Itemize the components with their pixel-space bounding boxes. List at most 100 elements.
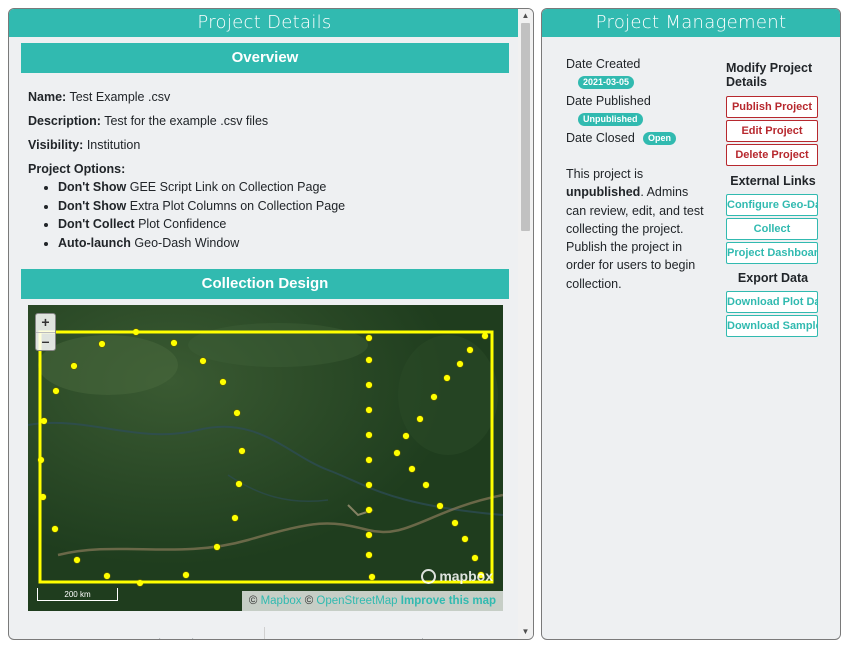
plot-marker[interactable] <box>231 514 239 522</box>
plot-marker[interactable] <box>235 480 243 488</box>
plot-marker[interactable] <box>430 393 438 401</box>
option-text: GEE Script Link on Collection Page <box>129 180 327 194</box>
plot-marker[interactable] <box>471 554 479 562</box>
details-scrollbar[interactable]: ▲ ▼ <box>518 9 533 639</box>
option-bold: Auto-launch <box>58 235 131 250</box>
tab-imagery-selection[interactable]: Imagery Selection <box>9 627 265 639</box>
export-data-heading: Export Data <box>737 271 809 285</box>
scroll-down-arrow-icon[interactable]: ▼ <box>518 625 533 639</box>
external-links-heading: External Links <box>730 174 816 188</box>
plot-marker[interactable] <box>436 502 444 510</box>
plot-marker[interactable] <box>73 556 81 564</box>
plot-marker[interactable] <box>365 431 373 439</box>
plot-marker[interactable] <box>365 551 373 559</box>
plot-marker[interactable] <box>416 415 424 423</box>
project-dashboard-button[interactable]: Project Dashboard <box>726 242 818 264</box>
description-value: Test for the example .csv files <box>104 114 269 128</box>
project-management-panel: Project Management Date Created 2021-03-… <box>541 8 841 640</box>
plot-marker[interactable] <box>365 406 373 414</box>
option-item: Don't Show Extra Plot Columns on Collect… <box>58 197 345 216</box>
plot-marker[interactable] <box>365 531 373 539</box>
zoom-in-button[interactable]: + <box>36 314 55 332</box>
delete-project-button[interactable]: Delete Project <box>726 144 818 166</box>
collection-map[interactable]: + – mapbox 200 km © Mapbox © OpenStreetM… <box>28 305 503 611</box>
plot-marker[interactable] <box>182 571 190 579</box>
collect-button[interactable]: Collect <box>726 218 818 240</box>
plot-marker[interactable] <box>365 356 373 364</box>
openstreetmap-link[interactable]: OpenStreetMap <box>316 595 397 607</box>
option-text: Plot Confidence <box>138 217 227 231</box>
plot-marker[interactable] <box>51 525 59 533</box>
project-details-scroll-area[interactable]: Overview Name: Test Example .csv Descrip… <box>9 37 520 639</box>
plot-marker[interactable] <box>368 573 376 581</box>
mapbox-link[interactable]: Mapbox <box>261 595 302 607</box>
status-suffix: . Admins can review, edit, and test coll… <box>566 185 704 291</box>
plot-marker[interactable] <box>408 465 416 473</box>
status-prefix: This project is <box>566 167 644 181</box>
plot-marker[interactable] <box>451 519 459 527</box>
option-item: Don't Show GEE Script Link on Collection… <box>58 178 345 197</box>
plot-marker[interactable] <box>52 387 60 395</box>
scrollbar-thumb[interactable] <box>521 23 530 231</box>
tab-aoi-boundary[interactable]: AOI Boundary <box>265 627 520 639</box>
date-closed-label: Date Closed <box>566 131 635 145</box>
map-satellite-layer <box>28 305 503 611</box>
plot-marker[interactable] <box>98 340 106 348</box>
map-zoom-controls: + – <box>35 313 56 351</box>
option-bold: Don't Collect <box>58 217 135 231</box>
date-published-label: Date Published <box>566 94 651 108</box>
status-state: unpublished <box>566 185 641 200</box>
overview-header: Overview <box>21 43 509 73</box>
plot-marker[interactable] <box>481 332 489 340</box>
plot-marker[interactable] <box>365 481 373 489</box>
copyright-symbol: © <box>304 595 314 607</box>
mapbox-logo[interactable]: mapbox <box>421 568 493 584</box>
mapbox-logo-text: mapbox <box>439 568 493 584</box>
description-label: Description: <box>28 114 101 128</box>
option-text: Geo-Dash Window <box>134 235 240 250</box>
plot-marker[interactable] <box>365 456 373 464</box>
plot-marker[interactable] <box>219 378 227 386</box>
scroll-up-arrow-icon[interactable]: ▲ <box>518 9 533 23</box>
project-management-title: Project Management <box>542 9 840 37</box>
option-item: Auto-launch Geo-Dash Window <box>58 234 345 253</box>
plot-marker[interactable] <box>443 374 451 382</box>
edit-project-button[interactable]: Edit Project <box>726 120 818 142</box>
publish-project-button[interactable]: Publish Project <box>726 96 818 118</box>
options-label-text: Project Options: <box>28 162 126 176</box>
plot-marker[interactable] <box>238 447 246 455</box>
mapbox-logo-icon <box>421 569 437 584</box>
zoom-out-button[interactable]: – <box>36 332 55 350</box>
option-bold: Don't Show <box>58 198 127 213</box>
plot-marker[interactable] <box>402 432 410 440</box>
plot-marker[interactable] <box>199 357 207 365</box>
date-created-badge: 2021-03-05 <box>578 76 635 89</box>
plot-marker[interactable] <box>40 417 48 425</box>
plot-marker[interactable] <box>456 360 464 368</box>
plot-marker[interactable] <box>70 362 78 370</box>
project-details-title: Project Details <box>9 9 520 37</box>
plot-marker[interactable] <box>461 535 469 543</box>
visibility-label: Visibility: <box>28 138 84 152</box>
plot-marker[interactable] <box>233 409 241 417</box>
improve-map-link[interactable]: Improve this map <box>401 595 496 607</box>
option-item: Don't Collect Plot Confidence <box>58 215 345 234</box>
plot-marker[interactable] <box>365 381 373 389</box>
plot-marker[interactable] <box>422 481 430 489</box>
name-label: Name: <box>28 90 67 104</box>
date-created-label: Date Created <box>566 57 641 71</box>
design-tabs: Imagery Selection AOI Boundary <box>9 627 520 639</box>
download-plot-data-button[interactable]: Download Plot Data <box>726 291 818 313</box>
date-published-badge: Unpublished <box>578 113 643 126</box>
plot-marker[interactable] <box>365 506 373 514</box>
plot-marker[interactable] <box>393 449 401 457</box>
visibility-value: Institution <box>86 138 141 152</box>
plot-marker[interactable] <box>213 543 221 551</box>
plot-marker[interactable] <box>170 339 178 347</box>
download-sample-data-button[interactable]: Download Sample Data <box>726 315 818 337</box>
configure-geo-dash-button[interactable]: Configure Geo-Dash <box>726 194 818 216</box>
plot-marker[interactable] <box>103 572 111 580</box>
option-text: Extra Plot Columns on Collection Page <box>129 198 346 213</box>
plot-marker[interactable] <box>466 346 474 354</box>
plot-marker[interactable] <box>365 334 373 342</box>
